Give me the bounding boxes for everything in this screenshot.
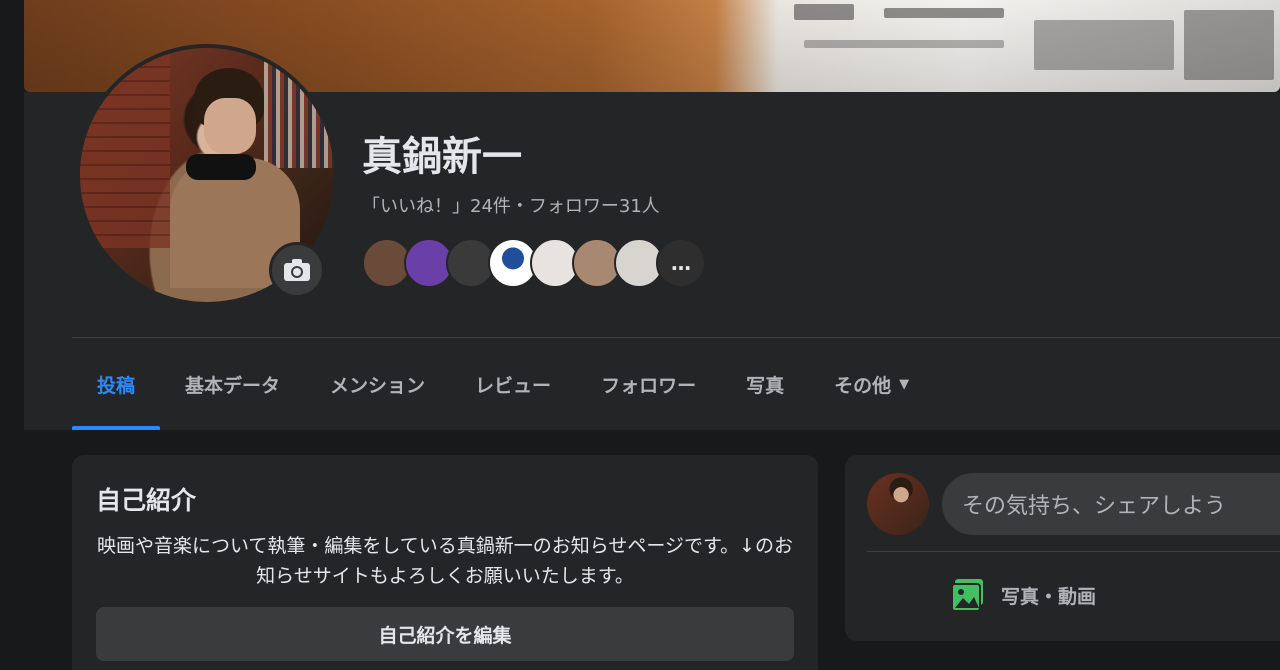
- profile-name: 真鍋新一: [362, 134, 522, 180]
- tab-more[interactable]: その他 ▼: [809, 338, 934, 430]
- photo-icon: [951, 579, 983, 612]
- tab-label: 基本データ: [185, 374, 281, 397]
- composer-card: その気持ち、シェアしよう 写真・動画: [845, 455, 1280, 641]
- tab-photos[interactable]: 写真: [721, 338, 809, 430]
- profile-tabs: 投稿 基本データ メンション レビュー フォロワー 写真 その他 ▼: [72, 338, 934, 430]
- follower-avatars[interactable]: …: [362, 238, 706, 290]
- photo-video-button[interactable]: 写真・動画: [949, 573, 1096, 617]
- tab-reviews[interactable]: レビュー: [450, 338, 576, 430]
- camera-icon[interactable]: [269, 242, 325, 298]
- caret-down-icon: ▼: [899, 376, 910, 392]
- composer-avatar[interactable]: [867, 473, 929, 535]
- tab-posts[interactable]: 投稿: [72, 338, 161, 430]
- composer-input[interactable]: その気持ち、シェアしよう: [942, 473, 1280, 535]
- photo-video-label: 写真・動画: [1001, 585, 1097, 608]
- intro-card: 自己紹介 映画や音楽について執筆・編集をしている真鍋新一のお知らせページです。↓…: [72, 455, 818, 670]
- tab-label: メンション: [330, 374, 426, 397]
- tab-label: 投稿: [97, 374, 136, 397]
- intro-title: 自己紹介: [96, 486, 197, 515]
- profile-stats[interactable]: 「いいね！」24件・フォロワー31人: [362, 192, 660, 218]
- edit-intro-button[interactable]: 自己紹介を編集: [96, 607, 794, 661]
- tab-label: 写真: [746, 374, 785, 397]
- tab-label: その他: [834, 374, 892, 397]
- more-followers-icon[interactable]: …: [656, 238, 706, 288]
- composer-divider: [867, 551, 1280, 552]
- tab-followers[interactable]: フォロワー: [576, 338, 721, 430]
- tab-about[interactable]: 基本データ: [160, 338, 305, 430]
- left-gutter: [0, 0, 24, 670]
- tab-mentions[interactable]: メンション: [305, 338, 450, 430]
- tab-label: フォロワー: [601, 374, 697, 397]
- tab-label: レビュー: [475, 374, 552, 397]
- intro-text: 映画や音楽について執筆・編集をしている真鍋新一のお知らせページです。↓のお知らせ…: [96, 535, 794, 587]
